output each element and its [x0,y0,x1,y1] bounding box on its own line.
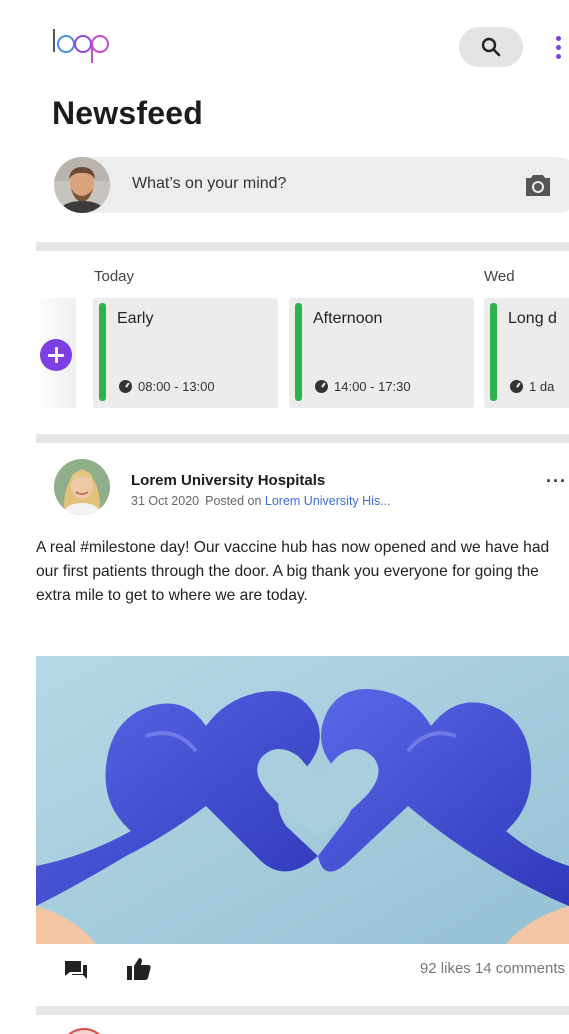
page-title: Newsfeed [52,95,203,131]
loop-logo [52,28,118,64]
shift-name: Early [117,310,154,327]
composer-placeholder[interactable]: What’s on your mind? [132,175,286,193]
shift-time: 08:00 - 13:00 [119,379,215,394]
likes-count[interactable]: 92 likes [420,960,471,977]
post-author-name[interactable]: Lorem University Hospitals [131,472,325,489]
shift-status-bar [99,303,106,401]
post-options-icon[interactable]: ··· [546,471,567,492]
add-shift-area [36,298,76,408]
post-meta: 31 Oct 2020 Posted on Lorem University Hi… [131,494,391,508]
shift-name: Long d [508,310,557,327]
posted-on-link[interactable]: Lorem University His... [265,494,391,508]
post-image[interactable] [36,656,569,944]
day-label-today: Today [94,268,135,285]
next-post-avatar[interactable] [60,1028,108,1034]
shift-name: Afternoon [313,310,383,327]
loop-logo-mark [53,29,109,63]
more-vertical-icon [555,35,561,41]
add-icon[interactable] [40,339,72,371]
shift-status-bar [490,303,497,401]
comments-count[interactable]: 14 comments [475,960,565,977]
clock-icon [119,380,132,393]
author-avatar-image [54,459,110,515]
section-divider [36,434,569,443]
shift-card[interactable]: Early 08:00 - 13:00 [93,298,278,408]
more-menu-button[interactable] [548,30,568,64]
search-icon [481,37,501,57]
post-author-avatar[interactable] [54,459,110,515]
posted-on-label: Posted on [205,494,262,508]
clock-icon [510,380,523,393]
user-avatar[interactable] [54,157,110,213]
day-label-wed: Wed [484,268,515,285]
search-button[interactable] [459,27,523,67]
shift-time-text: 1 da [529,379,555,394]
shift-time-text: 08:00 - 13:00 [138,379,215,394]
section-divider [36,1006,569,1015]
shift-card[interactable]: Long d 1 da [484,298,569,408]
camera-icon[interactable] [524,172,552,198]
shift-time: 14:00 - 17:30 [315,379,411,394]
shift-status-bar [295,303,302,401]
user-avatar-image [54,157,110,213]
post-engagement-counts[interactable]: 92 likes 14 comments [420,960,565,977]
gloved-hands-heart-image [36,656,569,944]
post-date: 31 Oct 2020 [131,494,200,508]
thumbs-up-icon[interactable] [126,957,152,981]
section-divider [36,242,569,251]
comment-icon[interactable] [64,959,88,981]
post-action-bar: 92 likes 14 comments [36,948,569,992]
post-composer[interactable]: What’s on your mind? [54,157,569,213]
shift-time: 1 da [510,379,554,394]
clock-icon [315,380,328,393]
app-screen: Newsfeed What’s on your mind? Today Wed [0,0,569,1034]
post-body-text: A real #milestone day! Our vaccine hub h… [36,539,550,604]
shift-time-text: 14:00 - 17:30 [334,379,411,394]
shift-card[interactable]: Afternoon 14:00 - 17:30 [289,298,474,408]
